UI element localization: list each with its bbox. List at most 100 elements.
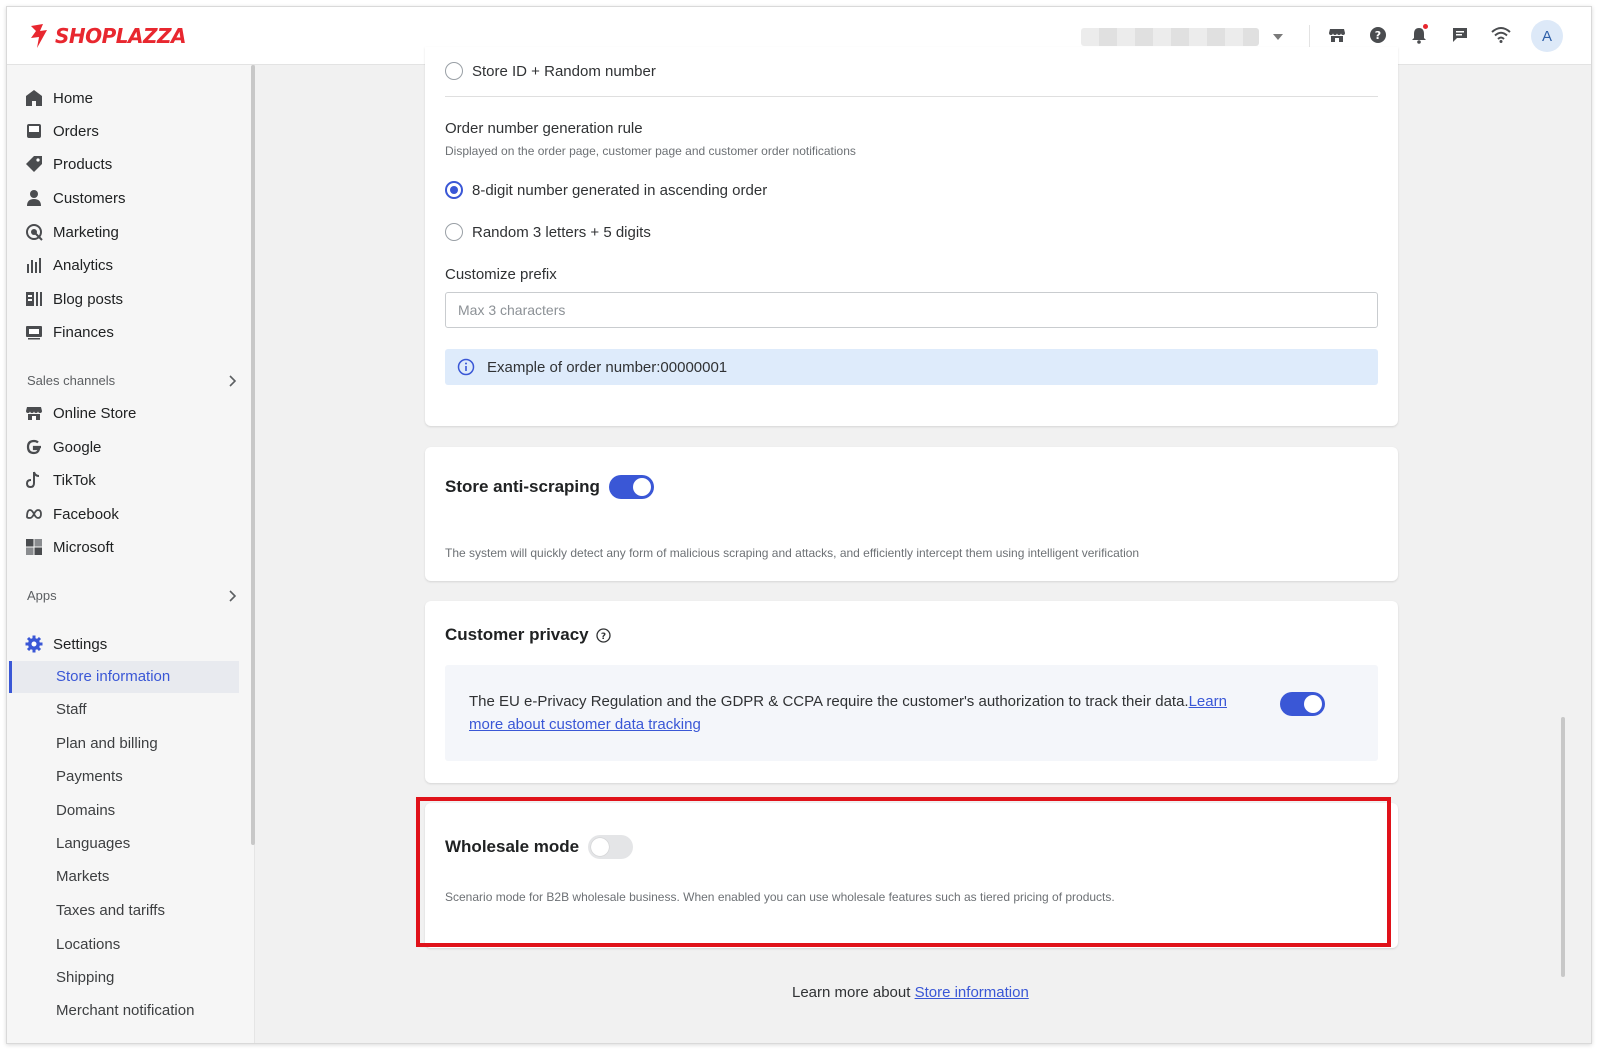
anti-scraping-card: Store anti-scraping The system will quic… <box>425 447 1398 581</box>
section-title: Apps <box>27 588 57 603</box>
brand-name: SHOPLAZZA <box>55 24 187 48</box>
sidebar-item-home[interactable]: Home <box>25 86 93 110</box>
store-information-link[interactable]: Store information <box>915 984 1029 1001</box>
main-scrollbar[interactable] <box>1561 717 1565 977</box>
radio-button[interactable] <box>445 62 463 80</box>
order-number-card: Store ID + Random number Order number ge… <box>425 47 1398 426</box>
customer-privacy-card: Customer privacy ? The EU e-Privacy Regu… <box>425 601 1398 783</box>
sidebar-subitem-merchant-notification[interactable]: Merchant notification <box>56 1002 194 1019</box>
sidebar-item-label: Facebook <box>53 505 119 523</box>
apps-section[interactable]: Apps <box>27 588 237 603</box>
prefix-label: Customize prefix <box>445 266 557 283</box>
store-selector[interactable] <box>1081 27 1291 47</box>
sidebar-item-google[interactable]: Google <box>25 435 101 459</box>
sidebar-subitem-markets[interactable]: Markets <box>56 868 109 885</box>
radio-store-id-random[interactable]: Store ID + Random number <box>445 62 656 80</box>
header-icons: ? <box>1325 23 1530 47</box>
sidebar-item-analytics[interactable]: Analytics <box>25 253 113 277</box>
section-title: Sales channels <box>27 373 116 388</box>
customer-privacy-toggle[interactable] <box>1280 692 1325 716</box>
store-icon[interactable] <box>1325 23 1349 47</box>
sidebar-item-tiktok[interactable]: TikTok <box>25 468 96 492</box>
example-text: Example of order number:00000001 <box>487 358 728 376</box>
sidebar-subitem-store-information[interactable]: Store information <box>56 668 170 685</box>
radio-label: 8-digit number generated in ascending or… <box>472 181 768 199</box>
sidebar-item-label: Customers <box>53 189 126 207</box>
marketing-icon <box>26 224 43 241</box>
home-icon <box>26 90 42 106</box>
radio-8-digit[interactable]: 8-digit number generated in ascending or… <box>445 181 767 199</box>
sidebar-item-online-store[interactable]: Online Store <box>25 401 136 425</box>
footer-text: Learn more about <box>792 984 915 1001</box>
sales-channels-section[interactable]: Sales channels <box>27 373 237 388</box>
chevron-right-icon <box>229 589 237 602</box>
sidebar-item-label: Orders <box>53 122 99 140</box>
svg-text:?: ? <box>1375 29 1381 42</box>
radio-button[interactable] <box>445 223 463 241</box>
radio-label: Store ID + Random number <box>472 62 656 80</box>
radio-button-checked[interactable] <box>445 181 463 199</box>
store-name-blurred <box>1081 28 1259 46</box>
info-icon <box>457 358 475 376</box>
card-title: Store anti-scraping <box>445 477 600 496</box>
shoplazza-logo-icon <box>31 24 47 48</box>
store-icon <box>26 407 42 420</box>
chat-icon[interactable] <box>1448 23 1472 47</box>
sidebar-subitem-taxes[interactable]: Taxes and tariffs <box>56 902 165 919</box>
sidebar-subitem-shipping[interactable]: Shipping <box>56 969 114 986</box>
privacy-notice-text: The EU e-Privacy Regulation and the GDPR… <box>469 690 1229 736</box>
order-number-example-banner: Example of order number:00000001 <box>445 349 1378 385</box>
customer-privacy-header: Customer privacy ? <box>445 625 611 645</box>
sidebar-subitem-languages[interactable]: Languages <box>56 835 130 852</box>
sidebar-item-label: Analytics <box>53 256 114 274</box>
sidebar-item-orders[interactable]: Orders <box>25 119 99 143</box>
sidebar-item-blog-posts[interactable]: Blog posts <box>25 287 123 311</box>
sidebar-item-marketing[interactable]: Marketing <box>25 220 119 244</box>
sidebar-item-products[interactable]: Products <box>25 152 112 176</box>
bell-icon[interactable] <box>1407 23 1431 47</box>
sidebar-subitem-locations[interactable]: Locations <box>56 936 120 953</box>
sidebar-item-label: Online Store <box>53 404 137 422</box>
sidebar-item-microsoft[interactable]: Microsoft <box>25 535 114 559</box>
radio-random-letters[interactable]: Random 3 letters + 5 digits <box>445 223 651 241</box>
header-divider <box>1309 25 1310 49</box>
app-window: SHOPLAZZA ? A Home Orders Products Custo… <box>6 6 1592 1044</box>
anti-scraping-toggle[interactable] <box>608 475 654 499</box>
help-icon[interactable]: ? <box>1366 23 1390 47</box>
svg-text:?: ? <box>601 632 606 642</box>
highlight-box <box>416 797 1391 947</box>
sidebar-item-customers[interactable]: Customers <box>25 186 126 210</box>
wifi-icon[interactable] <box>1489 23 1513 47</box>
radio-label: Random 3 letters + 5 digits <box>472 223 651 241</box>
card-title: Customer privacy <box>445 625 589 644</box>
help-circle-icon[interactable]: ? <box>595 627 611 643</box>
sidebar-scrollbar[interactable] <box>251 65 255 845</box>
sidebar-subitem-payments[interactable]: Payments <box>56 768 123 785</box>
google-icon <box>26 439 41 455</box>
sidebar-item-label: Products <box>53 155 113 173</box>
anti-scraping-header: Store anti-scraping <box>445 475 654 499</box>
sidebar-subitem-plan-billing[interactable]: Plan and billing <box>56 735 158 752</box>
tiktok-icon <box>25 471 40 489</box>
prefix-input[interactable] <box>445 292 1378 328</box>
sidebar-subitem-domains[interactable]: Domains <box>56 802 115 819</box>
privacy-text: The EU e-Privacy Regulation and the GDPR… <box>469 693 1189 710</box>
sidebar-item-label: Google <box>53 438 102 456</box>
sidebar-item-facebook[interactable]: Facebook <box>25 502 119 526</box>
meta-icon <box>26 509 42 519</box>
sidebar-item-label: Finances <box>53 323 114 341</box>
blog-icon <box>26 292 42 306</box>
anti-scraping-description: The system will quickly detect any form … <box>445 546 1140 560</box>
sidebar-item-finances[interactable]: Finances <box>25 320 114 344</box>
sidebar-item-label: Home <box>53 89 94 107</box>
sidebar-item-settings[interactable]: Settings <box>25 632 107 656</box>
order-rule-description: Displayed on the order page, customer pa… <box>445 144 856 158</box>
sidebar-item-label: Settings <box>53 635 108 653</box>
sidebar-subitem-staff[interactable]: Staff <box>56 701 87 718</box>
notification-dot <box>1423 24 1428 29</box>
order-rule-label: Order number generation rule <box>445 120 643 137</box>
sidebar-item-label: TikTok <box>53 471 96 489</box>
user-avatar[interactable]: A <box>1531 20 1563 52</box>
brand-logo[interactable]: SHOPLAZZA <box>27 22 187 50</box>
tag-icon <box>26 156 42 172</box>
